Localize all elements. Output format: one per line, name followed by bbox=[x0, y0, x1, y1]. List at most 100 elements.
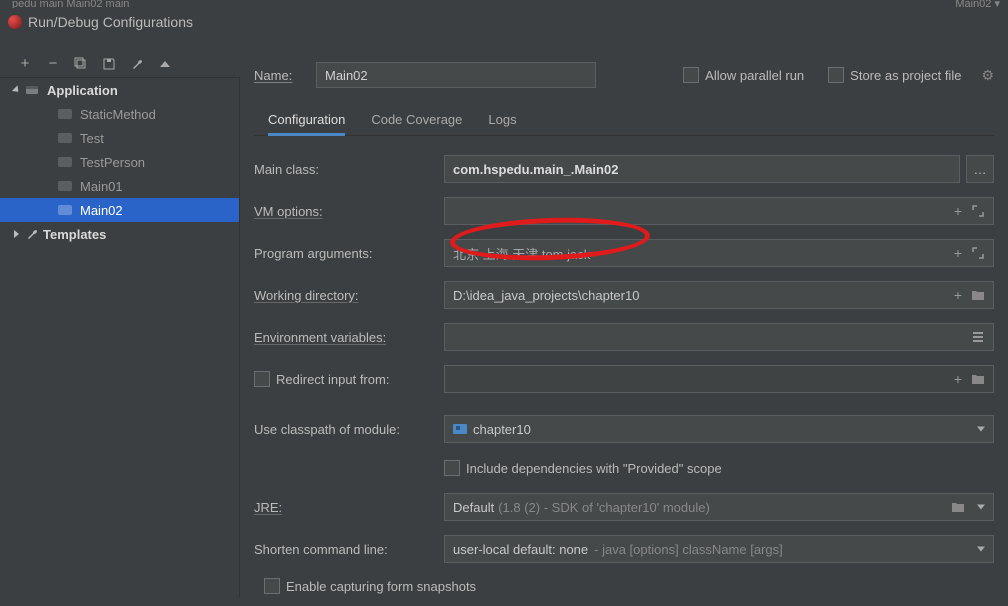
config-tree: Application StaticMethod Test TestPerson… bbox=[0, 78, 240, 598]
checkbox-icon bbox=[264, 578, 280, 594]
include-deps-checkbox[interactable]: Include dependencies with "Provided" sco… bbox=[444, 450, 994, 486]
tree-item-main01[interactable]: Main01 bbox=[0, 174, 239, 198]
checkbox-icon bbox=[444, 460, 460, 476]
chevron-right-icon bbox=[14, 230, 19, 238]
jre-value: Default bbox=[453, 500, 494, 515]
store-as-project-checkbox[interactable]: Store as project file bbox=[828, 67, 961, 83]
config-item-icon bbox=[58, 133, 72, 143]
vm-options-label: VM options: bbox=[254, 204, 444, 219]
main-class-label: Main class: bbox=[254, 162, 444, 177]
add-icon[interactable] bbox=[949, 202, 967, 220]
working-dir-value: D:\idea_java_projects\chapter10 bbox=[453, 288, 985, 303]
settings-gear-icon[interactable]: ⚙ bbox=[981, 67, 994, 84]
tree-item-main02[interactable]: Main02 bbox=[0, 198, 239, 222]
capture-snapshots-row: Enable capturing form snapshots bbox=[254, 570, 994, 602]
working-dir-label: Working directory: bbox=[254, 288, 444, 303]
top-right-widgets: Main02 ▾ bbox=[955, 0, 1000, 8]
config-editor-panel: Name: Allow parallel run Store as projec… bbox=[240, 50, 1008, 606]
main-class-row: Main class: com.hspedu.main_.Main02 … bbox=[254, 148, 994, 190]
tree-node-application[interactable]: Application bbox=[0, 78, 239, 102]
tree-item-label: TestPerson bbox=[80, 155, 145, 170]
add-icon[interactable] bbox=[949, 286, 967, 304]
main-class-value: com.hspedu.main_.Main02 bbox=[453, 162, 951, 177]
checkbox-icon[interactable] bbox=[254, 371, 270, 387]
tree-item-label: Test bbox=[80, 131, 104, 146]
redirect-input-label: Redirect input from: bbox=[254, 371, 444, 387]
checkbox-label: Store as project file bbox=[850, 68, 961, 83]
checkbox-label: Allow parallel run bbox=[705, 68, 804, 83]
shorten-cmd-row: Shorten command line: user-local default… bbox=[254, 528, 994, 570]
browse-class-button[interactable]: … bbox=[966, 155, 994, 183]
redirect-input-field bbox=[444, 365, 994, 393]
copy-config-button[interactable] bbox=[70, 54, 92, 74]
expand-icon[interactable] bbox=[969, 202, 987, 220]
add-config-button[interactable]: + bbox=[14, 54, 36, 74]
env-vars-input[interactable] bbox=[444, 323, 994, 351]
add-icon[interactable] bbox=[949, 244, 967, 262]
main-class-input[interactable]: com.hspedu.main_.Main02 bbox=[444, 155, 960, 183]
shorten-cmd-label: Shorten command line: bbox=[254, 542, 444, 557]
tree-item-label: StaticMethod bbox=[80, 107, 156, 122]
name-row: Name: Allow parallel run Store as projec… bbox=[254, 60, 994, 90]
tree-node-templates[interactable]: Templates bbox=[0, 222, 239, 246]
config-name-input[interactable] bbox=[316, 62, 596, 88]
config-item-icon bbox=[58, 181, 72, 191]
shorten-cmd-value: user-local default: none bbox=[453, 542, 588, 557]
working-dir-input[interactable]: D:\idea_java_projects\chapter10 bbox=[444, 281, 994, 309]
folder-icon[interactable] bbox=[949, 498, 967, 516]
program-args-input[interactable]: 北京 上海 天津 tom jack bbox=[444, 239, 994, 267]
checkbox-icon bbox=[683, 67, 699, 83]
tree-item-label: Main02 bbox=[80, 203, 123, 218]
tree-item-staticmethod[interactable]: StaticMethod bbox=[0, 102, 239, 126]
module-icon bbox=[453, 424, 467, 434]
chevron-down-icon bbox=[977, 427, 985, 432]
tree-item-label: Main01 bbox=[80, 179, 123, 194]
tree-item-test[interactable]: Test bbox=[0, 126, 239, 150]
chevron-down-icon bbox=[977, 547, 985, 552]
move-up-button[interactable] bbox=[154, 54, 176, 74]
checkbox-label: Enable capturing form snapshots bbox=[286, 579, 476, 594]
program-args-value: 北京 上海 天津 tom jack bbox=[453, 244, 985, 263]
env-vars-label: Environment variables: bbox=[254, 330, 444, 345]
program-args-row: Program arguments: 北京 上海 天津 tom jack bbox=[254, 232, 994, 274]
folder-icon bbox=[969, 370, 987, 388]
shorten-cmd-select[interactable]: user-local default: none - java [options… bbox=[444, 535, 994, 563]
chevron-down-icon bbox=[12, 85, 21, 94]
tab-logs[interactable]: Logs bbox=[488, 104, 516, 136]
working-dir-row: Working directory: D:\idea_java_projects… bbox=[254, 274, 994, 316]
jre-select[interactable]: Default (1.8 (2) - SDK of 'chapter10' mo… bbox=[444, 493, 994, 521]
redirect-input-text: Redirect input from: bbox=[276, 372, 389, 387]
breadcrumb: pedu main Main02 main bbox=[0, 0, 1008, 8]
folder-icon[interactable] bbox=[969, 286, 987, 304]
list-icon[interactable] bbox=[969, 328, 987, 346]
edit-templates-button[interactable] bbox=[126, 54, 148, 74]
application-icon bbox=[25, 83, 39, 98]
tab-configuration[interactable]: Configuration bbox=[268, 104, 345, 136]
save-config-button[interactable] bbox=[98, 54, 120, 74]
tab-code-coverage[interactable]: Code Coverage bbox=[371, 104, 462, 136]
run-config-selector[interactable]: Main02 ▾ bbox=[955, 0, 1000, 8]
chevron-down-icon bbox=[977, 505, 985, 510]
shorten-cmd-suffix: - java [options] className [args] bbox=[594, 542, 783, 557]
wrench-icon bbox=[25, 227, 39, 241]
bug-icon bbox=[8, 15, 22, 29]
name-label: Name: bbox=[254, 68, 306, 83]
remove-config-button[interactable]: − bbox=[42, 54, 64, 74]
allow-parallel-checkbox[interactable]: Allow parallel run bbox=[683, 67, 804, 83]
checkbox-label: Include dependencies with "Provided" sco… bbox=[466, 461, 722, 476]
classpath-select[interactable]: chapter10 bbox=[444, 415, 994, 443]
tree-item-testperson[interactable]: TestPerson bbox=[0, 150, 239, 174]
env-vars-row: Environment variables: bbox=[254, 316, 994, 358]
vm-options-input[interactable] bbox=[444, 197, 994, 225]
jre-row: JRE: Default (1.8 (2) - SDK of 'chapter1… bbox=[254, 486, 994, 528]
jre-label: JRE: bbox=[254, 500, 444, 515]
tree-node-label: Application bbox=[47, 83, 118, 98]
triangle-up-icon bbox=[160, 61, 170, 67]
dialog-titlebar: Run/Debug Configurations bbox=[0, 8, 1008, 36]
classpath-value: chapter10 bbox=[473, 422, 531, 437]
program-args-label: Program arguments: bbox=[254, 246, 444, 261]
expand-icon[interactable] bbox=[969, 244, 987, 262]
capture-snapshots-checkbox[interactable]: Enable capturing form snapshots bbox=[264, 578, 476, 594]
vm-options-row: VM options: bbox=[254, 190, 994, 232]
tree-toolbar: + − bbox=[0, 50, 240, 78]
